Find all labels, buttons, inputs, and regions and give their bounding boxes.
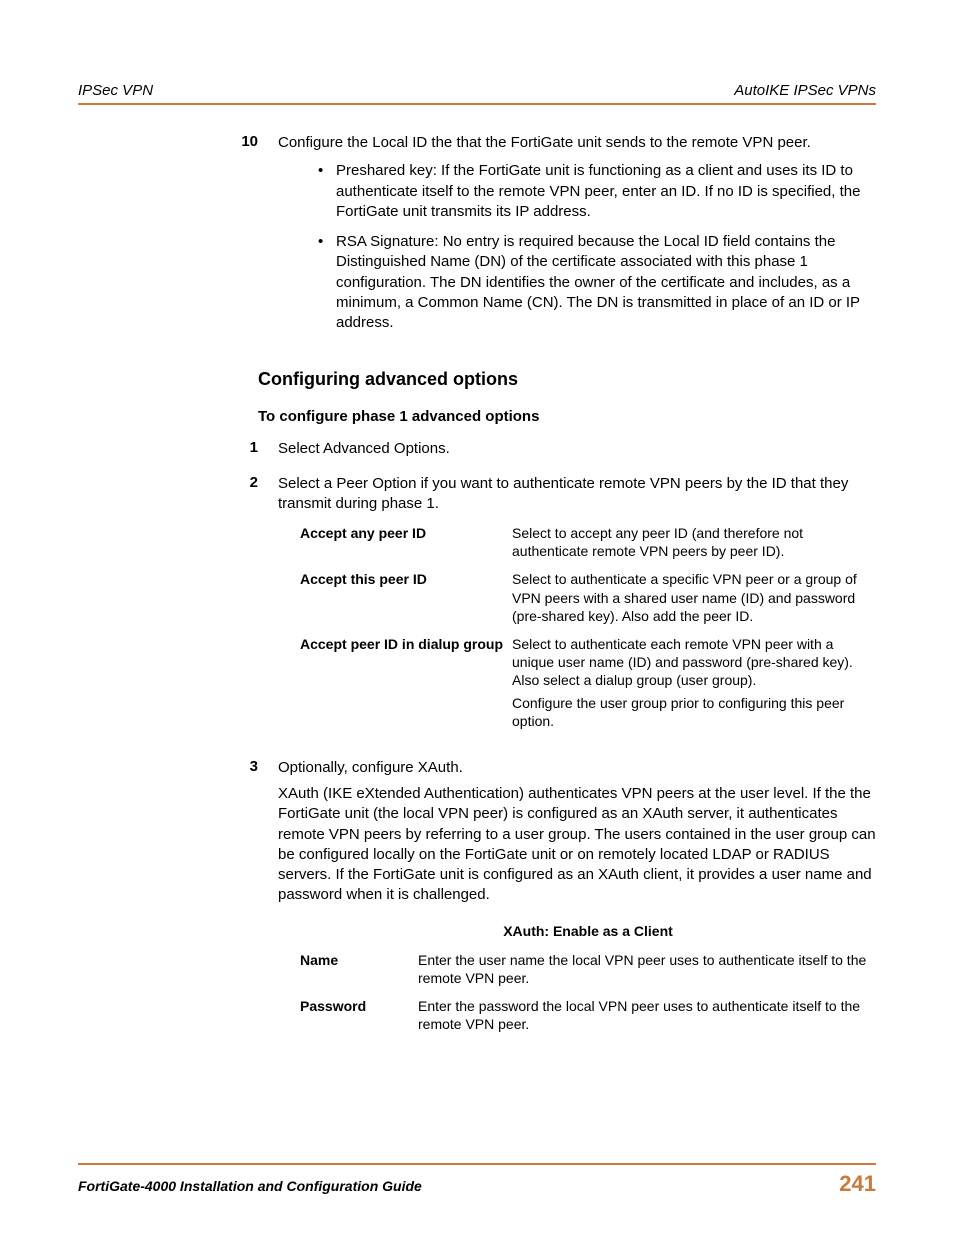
header-left: IPSec VPN [78, 82, 153, 99]
bullet-text: Preshared key: If the FortiGate unit is … [336, 161, 876, 222]
step-text: Select a Peer Option if you want to auth… [278, 474, 876, 744]
xauth-desc: Enter the user name the local VPN peer u… [418, 951, 876, 987]
option-row: Accept this peer ID Select to authentica… [300, 570, 876, 625]
step-number: 10 [236, 133, 278, 351]
step-3: 3 Optionally, configure XAuth. XAuth (IK… [236, 758, 876, 1043]
step-number: 2 [236, 474, 278, 744]
step-text: Select Advanced Options. [278, 439, 876, 459]
bullet-item: • RSA Signature: No entry is required be… [278, 232, 876, 333]
xauth-table: Name Enter the user name the local VPN p… [278, 951, 876, 1034]
step-text: Configure the Local ID the that the Fort… [278, 133, 876, 351]
paragraph: XAuth (IKE eXtended Authentication) auth… [278, 784, 876, 906]
step-10: 10 Configure the Local ID the that the F… [236, 133, 876, 351]
step-2: 2 Select a Peer Option if you want to au… [236, 474, 876, 744]
step-1: 1 Select Advanced Options. [236, 439, 876, 459]
option-label: Accept peer ID in dialup group [300, 635, 512, 730]
footer-guide-title: FortiGate-4000 Installation and Configur… [78, 1178, 422, 1194]
sub-heading: To configure phase 1 advanced options [236, 408, 876, 425]
step-number: 3 [236, 758, 278, 1043]
xauth-row: Password Enter the password the local VP… [300, 997, 876, 1033]
header-right: AutoIKE IPSec VPNs [734, 82, 876, 99]
xauth-label: Name [300, 951, 418, 987]
option-label: Accept any peer ID [300, 524, 512, 560]
option-desc: Select to authenticate each remote VPN p… [512, 635, 876, 730]
peer-options-table: Accept any peer ID Select to accept any … [278, 524, 876, 730]
bullet-dot: • [318, 161, 336, 222]
option-desc: Select to accept any peer ID (and theref… [512, 524, 876, 560]
section-heading: Configuring advanced options [236, 369, 876, 390]
page-header: IPSec VPN AutoIKE IPSec VPNs [78, 82, 876, 99]
header-divider [78, 103, 876, 105]
page-footer: FortiGate-4000 Installation and Configur… [78, 1163, 876, 1197]
option-row: Accept any peer ID Select to accept any … [300, 524, 876, 560]
xauth-label: Password [300, 997, 418, 1033]
option-desc: Select to authenticate a specific VPN pe… [512, 570, 876, 625]
step-number: 1 [236, 439, 278, 459]
bullet-text: RSA Signature: No entry is required beca… [336, 232, 876, 333]
step-text: Optionally, configure XAuth. XAuth (IKE … [278, 758, 876, 1043]
footer-divider [78, 1163, 876, 1165]
bullet-dot: • [318, 232, 336, 333]
xauth-heading: XAuth: Enable as a Client [278, 922, 876, 941]
page-number: 241 [839, 1171, 876, 1197]
xauth-desc: Enter the password the local VPN peer us… [418, 997, 876, 1033]
bullet-list: • Preshared key: If the FortiGate unit i… [278, 161, 876, 333]
xauth-row: Name Enter the user name the local VPN p… [300, 951, 876, 987]
footer-row: FortiGate-4000 Installation and Configur… [78, 1171, 876, 1197]
option-row: Accept peer ID in dialup group Select to… [300, 635, 876, 730]
option-label: Accept this peer ID [300, 570, 512, 625]
bullet-item: • Preshared key: If the FortiGate unit i… [278, 161, 876, 222]
page-content: 10 Configure the Local ID the that the F… [78, 133, 876, 1043]
